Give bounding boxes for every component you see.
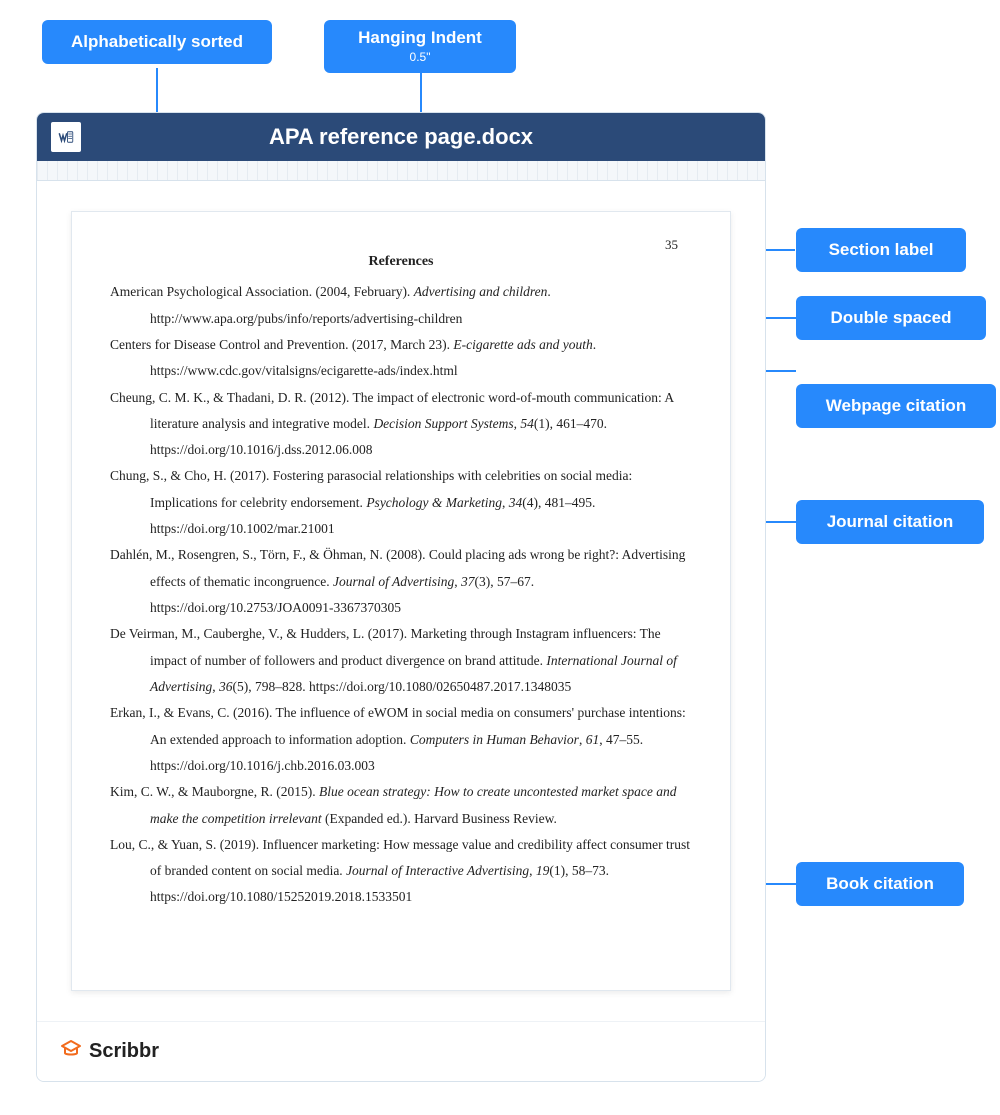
reference-entry: American Psychological Association. (200…: [110, 279, 692, 332]
reference-entry: Kim, C. W., & Mauborgne, R. (2015). Blue…: [110, 779, 692, 832]
tag-text: Webpage citation: [826, 396, 966, 415]
reference-entry: Lou, C., & Yuan, S. (2019). Influencer m…: [110, 832, 692, 911]
tag-text: Section label: [829, 240, 934, 259]
ruler: [37, 161, 765, 181]
tag-double-spaced: Double spaced: [796, 296, 986, 340]
tag-text: Hanging Indent: [358, 28, 482, 47]
tag-hanging-indent: Hanging Indent 0.5": [324, 20, 516, 73]
footer: Scribbr: [37, 1021, 765, 1081]
logo-icon: [59, 1037, 83, 1067]
page-number: 35: [665, 232, 678, 257]
titlebar: APA reference page.docx: [37, 113, 765, 161]
tag-alphabetically-sorted: Alphabetically sorted: [42, 20, 272, 64]
reference-entry: Chung, S., & Cho, H. (2017). Fostering p…: [110, 463, 692, 542]
reference-entry: De Veirman, M., Cauberghe, V., & Hudders…: [110, 621, 692, 700]
tag-text: Double spaced: [831, 308, 952, 327]
tag-subtext: 0.5": [346, 50, 494, 64]
document-window: APA reference page.docx 35 References Am…: [36, 112, 766, 1082]
tag-text: Alphabetically sorted: [71, 32, 243, 51]
reference-entry: Dahlén, M., Rosengren, S., Törn, F., & Ö…: [110, 542, 692, 621]
tag-journal-citation: Journal citation: [796, 500, 984, 544]
tag-text: Book citation: [826, 874, 934, 893]
reference-entry: Centers for Disease Control and Preventi…: [110, 332, 692, 385]
logo: Scribbr: [59, 1037, 159, 1067]
document-title: APA reference page.docx: [81, 124, 751, 150]
tag-text: Journal citation: [827, 512, 954, 531]
word-icon: [51, 122, 81, 152]
tag-book-citation: Book citation: [796, 862, 964, 906]
tag-webpage-citation: Webpage citation: [796, 384, 996, 428]
reference-entry: Cheung, C. M. K., & Thadani, D. R. (2012…: [110, 385, 692, 464]
section-heading: References: [110, 248, 692, 275]
reference-entry: Erkan, I., & Evans, C. (2016). The influ…: [110, 700, 692, 779]
page-area: 35 References American Psychological Ass…: [37, 181, 765, 1021]
logo-text: Scribbr: [89, 1040, 159, 1063]
page: 35 References American Psychological Ass…: [71, 211, 731, 991]
tag-section-label: Section label: [796, 228, 966, 272]
references-list: American Psychological Association. (200…: [110, 279, 692, 911]
